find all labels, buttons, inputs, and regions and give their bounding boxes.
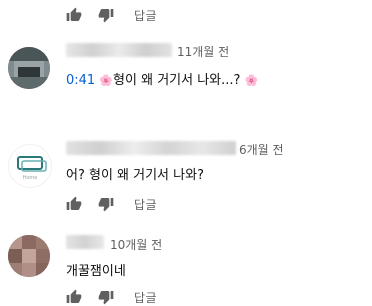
comment-time[interactable]: 10개월 전 [110, 236, 162, 253]
author-name-blurred[interactable] [66, 141, 236, 155]
author-name-blurred[interactable] [66, 43, 172, 57]
thumbs-up-icon[interactable] [66, 289, 82, 305]
svg-text:Home: Home [23, 175, 38, 181]
action-row: 답글 [66, 288, 157, 306]
avatar-image [8, 47, 50, 89]
thumbs-down-icon[interactable] [98, 196, 114, 212]
flower-emoji: 🌸 [99, 74, 114, 87]
avatar-logo: Home [9, 145, 51, 187]
thumbs-down-icon[interactable] [98, 289, 114, 305]
avatar[interactable]: Home [8, 144, 52, 188]
reply-button[interactable]: 답글 [134, 289, 157, 306]
reply-button[interactable]: 답글 [134, 196, 157, 213]
author-name-blurred[interactable] [66, 235, 104, 249]
comment-time[interactable]: 11개월 전 [177, 43, 229, 60]
avatar-image [8, 235, 50, 277]
timestamp-link[interactable]: 0:41 [66, 73, 95, 88]
comment-time[interactable]: 6개월 전 [239, 141, 284, 158]
thumbs-up-icon[interactable] [66, 7, 82, 23]
avatar[interactable] [8, 235, 50, 277]
comment-text: 개꿀잼이네 [66, 264, 126, 279]
comment-text: 0:41 🌸형이 왜 거기서 나와...? 🌸 [66, 69, 258, 88]
comment-body: 형이 왜 거기서 나와...? [113, 73, 241, 88]
reply-button[interactable]: 답글 [134, 7, 157, 24]
avatar[interactable] [8, 47, 50, 89]
thumbs-down-icon[interactable] [98, 7, 114, 23]
comment-text: 어? 형이 왜 거기서 나와? [66, 168, 204, 183]
thumbs-up-icon[interactable] [66, 196, 82, 212]
flower-emoji: 🌸 [244, 74, 259, 87]
action-row: 답글 [66, 195, 157, 213]
action-row-top: 답글 [66, 6, 157, 24]
